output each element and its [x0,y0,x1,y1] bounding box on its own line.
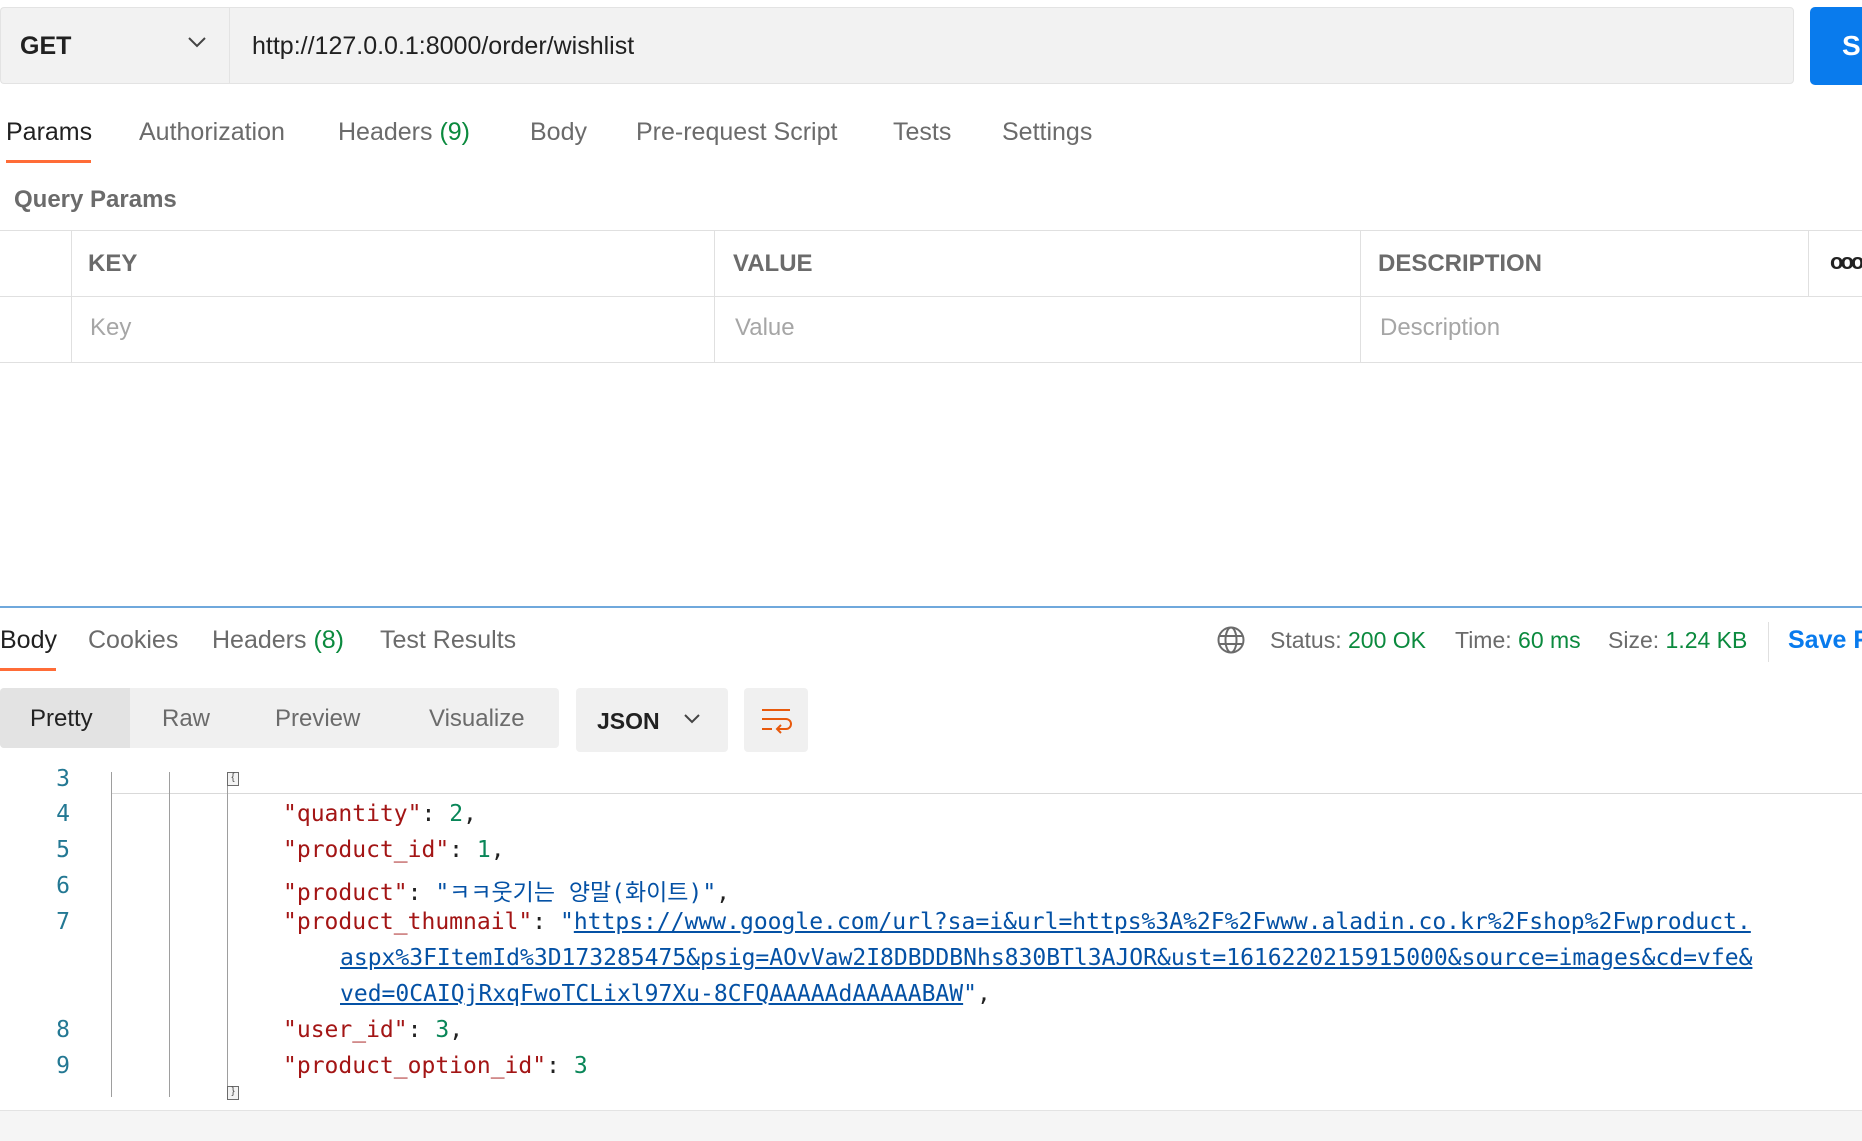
table-col-divider [1808,230,1809,296]
tab-authorization[interactable]: Authorization [139,118,285,147]
tab-response-headers[interactable]: Headers (8) [212,626,344,655]
size-label: Size: [1608,627,1660,653]
indent-guide [169,772,170,1097]
json-string-quote: " [963,981,977,1007]
tab-response-headers-count: (8) [313,626,345,654]
value-input[interactable]: Value [735,314,795,342]
tab-response-body[interactable]: Body [0,626,57,655]
json-string-quote: " [559,909,574,935]
line-number: 3 [56,766,70,792]
line-number: 5 [56,837,70,863]
view-mode-visualize[interactable]: Visualize [429,705,525,733]
tab-params[interactable]: Params [6,118,92,147]
code-line: "user_id": 3, [283,1017,464,1043]
code-line: "product": "ㅋㅋ웃기는 양말(화이트)", [283,880,731,906]
more-options-icon[interactable]: ooo [1830,249,1862,275]
table-top-border [0,230,1862,231]
divider [1768,622,1769,662]
line-number: 4 [56,801,70,827]
line-number: 8 [56,1017,70,1043]
json-key: "product_id" [283,837,450,863]
status-readout: Status: 200 OK [1270,627,1426,654]
indent-guide [111,772,112,1097]
line-number: 9 [56,1053,70,1079]
chevron-down-icon[interactable] [186,34,208,50]
tab-settings[interactable]: Settings [1002,118,1092,147]
code-line: "product_option_id": 3 [283,1053,588,1079]
view-mode-raw[interactable]: Raw [162,705,210,733]
status-value: 200 OK [1348,627,1426,653]
wrap-lines-icon [762,709,792,734]
json-string: "ㅋㅋ웃기는 양말(화이트)" [435,880,717,906]
save-response-button[interactable]: Save R [1788,626,1862,655]
query-params-title: Query Params [14,186,177,213]
view-mode-preview[interactable]: Preview [275,705,360,733]
tab-tests[interactable]: Tests [893,118,951,147]
tab-pre-request-script[interactable]: Pre-request Script [636,118,837,147]
tab-response-headers-label: Headers [212,626,307,654]
code-line: "product_id": 1, [283,837,505,863]
tab-headers-label: Headers [338,118,433,146]
globe-icon[interactable] [1216,625,1246,655]
table-col-divider [714,230,715,362]
thumbnail-link[interactable]: ved=0CAIQjRxqFwoTCLixl97Xu-8CFQAAAAAdAAA… [340,981,963,1007]
pane-resize-divider[interactable] [0,606,1862,608]
key-input[interactable]: Key [90,314,131,342]
format-label: JSON [597,708,660,734]
view-mode-pretty[interactable]: Pretty [30,705,93,733]
table-col-divider [71,230,72,362]
size-readout: Size: 1.24 KB [1608,627,1747,654]
table-bottom-border [0,362,1862,363]
status-label: Status: [1270,627,1342,653]
fold-marker-icon[interactable]: { [227,772,239,786]
fold-marker-icon[interactable]: } [227,1086,239,1100]
line-number: 6 [56,873,70,899]
tab-test-results[interactable]: Test Results [380,626,516,655]
tab-body[interactable]: Body [530,118,587,147]
table-col-divider [1360,230,1361,362]
size-value: 1.24 KB [1665,627,1748,653]
column-header-key: KEY [88,250,138,277]
time-readout: Time: 60 ms [1455,627,1581,654]
method-label: GET [20,32,72,60]
json-key: "user_id" [283,1017,408,1043]
line-number: 7 [56,909,70,935]
thumbnail-link[interactable]: aspx%3FItemId%3D173285475&psig=AOvVaw2I8… [340,945,1752,971]
code-line: "product_thumnail": "https://www.google.… [283,909,1751,935]
json-key: "product_option_id" [283,1053,547,1079]
json-number: 3 [573,1053,588,1079]
chevron-down-icon [684,714,700,724]
tab-cookies[interactable]: Cookies [88,626,178,655]
active-tab-indicator [0,668,56,671]
json-number: 1 [476,837,491,863]
time-value: 60 ms [1518,627,1581,653]
column-header-description: DESCRIPTION [1378,250,1543,277]
code-line-wrapped: aspx%3FItemId%3D173285475&psig=AOvVaw2I8… [340,945,1752,971]
json-key: "product_thumnail" [283,909,533,935]
active-tab-indicator [6,160,91,163]
json-key: "product" [283,880,408,906]
code-line-wrapped: ved=0CAIQjRxqFwoTCLixl97Xu-8CFQAAAAAdAAA… [340,981,991,1007]
thumbnail-link[interactable]: https://www.google.com/url?sa=i&url=http… [574,909,1751,935]
json-key: "quantity" [283,801,422,827]
send-button-label: S [1842,30,1861,61]
time-label: Time: [1455,627,1512,653]
column-header-value: VALUE [733,250,813,277]
description-input[interactable]: Description [1380,314,1500,342]
tab-headers[interactable]: Headers (9) [338,118,470,147]
table-header-border [0,296,1862,297]
json-number: 2 [449,801,464,827]
tab-headers-count: (9) [439,118,471,146]
indent-guide [227,772,228,1097]
code-area-border [112,793,1862,794]
url-value: http://127.0.0.1:8000/order/wishlist [252,32,635,60]
json-number: 3 [435,1017,450,1043]
status-bar [0,1110,1862,1141]
code-line: "quantity": 2, [283,801,477,827]
